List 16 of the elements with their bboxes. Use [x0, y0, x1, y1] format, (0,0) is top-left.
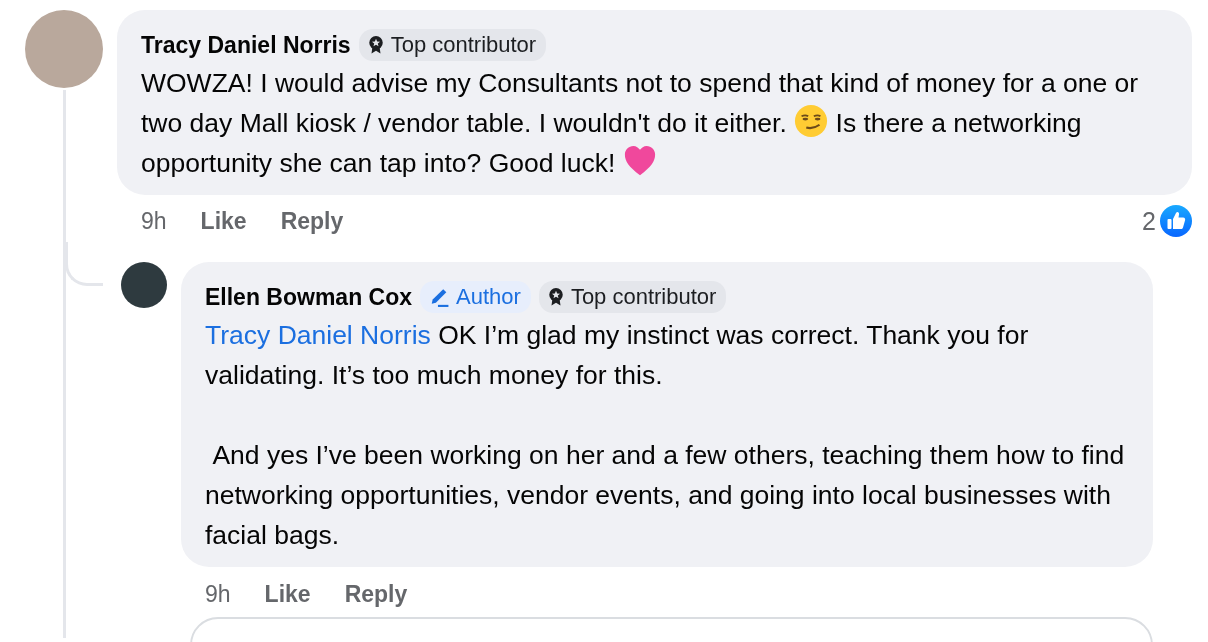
contributor-badge: Top contributor — [538, 281, 727, 314]
comment-text: WOWZA! I would advise my Consultants not to spend that kind of money for a one or two day Mall kiosk / vendor table. I wouldn't do it either. Is there a networking opportunity she can tap into? Good luck! — [141, 66, 1140, 180]
like-button[interactable]: Like — [200, 204, 247, 239]
like-button[interactable]: Like — [264, 576, 311, 611]
timestamp: 9h — [141, 207, 167, 236]
author-badge: Author — [420, 281, 531, 314]
comment-text: And yes I’ve been working on her and a few others, teaching them how to find networking opportunities, vendor events, and going into local businesses with facial bags. — [205, 438, 1126, 552]
mention-link[interactable]: Tracy Daniel Norris — [205, 319, 431, 350]
reply-button[interactable]: Reply — [344, 576, 408, 611]
contributor-badge: Top contributor — [358, 29, 547, 62]
comment-text: Tracy Daniel Norris OK I’m glad my instinct was correct. Thank you for validating. It’s too much money for this. — [205, 318, 1030, 392]
timestamp: 9h — [205, 579, 231, 609]
author-name[interactable]: Tracy Daniel Norris — [141, 28, 351, 63]
reaction-count: 2 — [1142, 205, 1156, 237]
reply-button[interactable]: Reply — [280, 204, 344, 239]
author-name[interactable]: Ellen Bowman Cox — [205, 280, 413, 315]
